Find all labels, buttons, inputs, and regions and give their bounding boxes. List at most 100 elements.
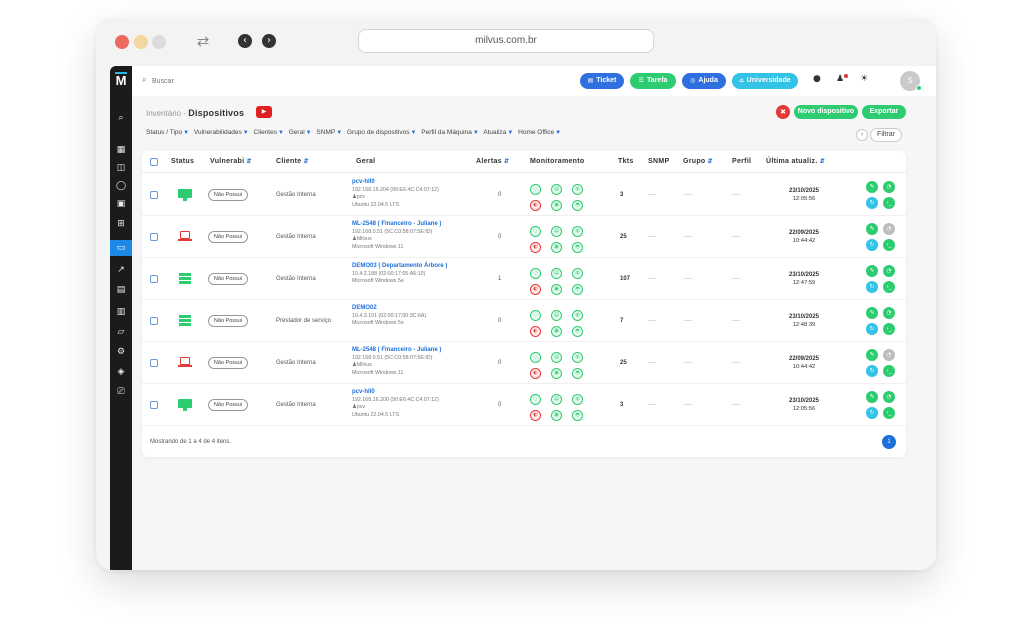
device-name-link[interactable]: pcv-hll0	[352, 179, 439, 187]
alerts-count[interactable]: 0	[498, 234, 501, 240]
service-monitor-icon[interactable]: ◓	[572, 410, 583, 421]
service-monitor-icon[interactable]: ◓	[572, 326, 583, 337]
sidebar-search-icon[interactable]: ⌕	[110, 110, 132, 126]
sidebar-settings-icon[interactable]: ⚙	[110, 344, 132, 360]
service-monitor-icon[interactable]: ◓	[572, 368, 583, 379]
refresh-icon[interactable]: ⇄	[193, 32, 213, 52]
filter-vulnerabilities[interactable]: Vulnerabilidades▼	[194, 129, 249, 136]
memory-monitor-icon[interactable]: ▤	[551, 226, 562, 237]
ticket-button[interactable]: ▤ Ticket	[580, 73, 624, 89]
delete-icon[interactable]: ✖	[776, 105, 790, 119]
alerts-count[interactable]: 0	[498, 192, 501, 198]
disk-monitor-icon[interactable]: ◍	[572, 394, 583, 405]
wifi-icon[interactable]: ◔	[883, 349, 895, 361]
disk-monitor-icon[interactable]: ◍	[572, 226, 583, 237]
alert-monitor-icon[interactable]: ◐	[530, 242, 541, 253]
sync-icon[interactable]: ↻	[866, 239, 878, 251]
url-bar[interactable]: milvus.com.br	[358, 29, 654, 53]
table-row[interactable]: Não Possui Gestão Interna ML-2548 ( Financ…	[142, 216, 906, 258]
filter-status-type[interactable]: Status / Tipo▼	[146, 129, 189, 136]
device-name-link[interactable]: DEMO03 ( Departamento Árbore )	[352, 263, 447, 271]
memory-monitor-icon[interactable]: ▤	[551, 184, 562, 195]
sidebar-chat-icon[interactable]: ◯	[110, 178, 132, 194]
row-checkbox[interactable]	[150, 401, 158, 409]
tickets-count[interactable]: 25	[620, 234, 627, 240]
maximize-window-button[interactable]	[152, 35, 166, 49]
filter-update[interactable]: Atualiza▼	[483, 129, 513, 136]
filter-device-group[interactable]: Grupo de dispositivos▼	[347, 129, 416, 136]
alerts-count[interactable]: 1	[498, 276, 501, 282]
sync-icon[interactable]: ↻	[866, 197, 878, 209]
terminal-icon[interactable]: ›_	[883, 323, 895, 335]
sidebar-analytics-icon[interactable]: ▥	[110, 304, 132, 320]
tickets-count[interactable]: 3	[620, 192, 623, 198]
terminal-icon[interactable]: ›_	[883, 239, 895, 251]
vulnerability-badge[interactable]: Não Possui	[208, 357, 248, 369]
table-row[interactable]: Não Possui Prestador de serviço DEMO02 10.4…	[142, 300, 906, 342]
vulnerability-badge[interactable]: Não Possui	[208, 273, 248, 285]
sidebar-remote-icon[interactable]: ⎚	[110, 384, 132, 400]
table-row[interactable]: Não Possui Gestão Interna pcv-hll0 192.168.…	[142, 384, 906, 426]
university-button[interactable]: ⌂ Universidade	[732, 73, 798, 89]
edit-icon[interactable]: ✎	[866, 223, 878, 235]
memory-monitor-icon[interactable]: ▤	[551, 352, 562, 363]
memory-monitor-icon[interactable]: ▤	[551, 268, 562, 279]
cpu-monitor-icon[interactable]: ◌	[530, 394, 541, 405]
header-alerts[interactable]: Alertas ⇵	[476, 158, 509, 165]
network-monitor-icon[interactable]: ▣	[551, 410, 562, 421]
header-client[interactable]: Cliente ⇵	[276, 158, 309, 165]
cpu-monitor-icon[interactable]: ◌	[530, 310, 541, 321]
table-row[interactable]: Não Possui Gestão Interna DEMO03 ( Departa…	[142, 258, 906, 300]
disk-monitor-icon[interactable]: ◍	[572, 268, 583, 279]
filter-clients[interactable]: Clientes▼	[254, 129, 284, 136]
sidebar-docs-icon[interactable]: ▤	[110, 282, 132, 298]
cpu-monitor-icon[interactable]: ◌	[530, 226, 541, 237]
wifi-icon[interactable]: ◔	[883, 391, 895, 403]
sidebar-reports-icon[interactable]: ↗	[110, 262, 132, 278]
back-icon[interactable]: ‹	[238, 34, 252, 48]
service-monitor-icon[interactable]: ◓	[572, 200, 583, 211]
sidebar-network-icon[interactable]: ⊞	[110, 216, 132, 232]
sidebar-dashboard-icon[interactable]: ▦	[110, 142, 132, 158]
disk-monitor-icon[interactable]: ◍	[572, 184, 583, 195]
edit-icon[interactable]: ✎	[866, 307, 878, 319]
terminal-icon[interactable]: ›_	[883, 365, 895, 377]
service-monitor-icon[interactable]: ◓	[572, 284, 583, 295]
cpu-monitor-icon[interactable]: ◌	[530, 184, 541, 195]
cpu-monitor-icon[interactable]: ◌	[530, 268, 541, 279]
tickets-count[interactable]: 107	[620, 276, 630, 282]
row-checkbox[interactable]	[150, 359, 158, 367]
memory-monitor-icon[interactable]: ▤	[551, 310, 562, 321]
alert-monitor-icon[interactable]: ◐	[530, 368, 541, 379]
header-last-update[interactable]: Última atualiz. ⇵	[766, 158, 825, 165]
notification-icon[interactable]: ♟	[836, 74, 844, 84]
alert-monitor-icon[interactable]: ◐	[530, 200, 541, 211]
filter-machine-profile[interactable]: Perfil da Máquina▼	[421, 129, 479, 136]
page-1-button[interactable]: 1	[882, 435, 896, 449]
table-row[interactable]: Não Possui Gestão Interna pcv-hll0 192.168.…	[142, 174, 906, 216]
alert-monitor-icon[interactable]: ◐	[530, 410, 541, 421]
filter-general[interactable]: Geral▼	[289, 129, 312, 136]
terminal-icon[interactable]: ›_	[883, 197, 895, 209]
header-group[interactable]: Grupo ⇵	[683, 158, 713, 165]
network-monitor-icon[interactable]: ▣	[551, 242, 562, 253]
network-monitor-icon[interactable]: ▣	[551, 326, 562, 337]
sidebar-inventory-icon[interactable]: ▭	[110, 240, 132, 256]
close-window-button[interactable]	[115, 35, 129, 49]
filter-button[interactable]: Filtrar	[870, 128, 902, 142]
filter-home-office[interactable]: Home Office▼	[518, 129, 561, 136]
disk-monitor-icon[interactable]: ◍	[572, 310, 583, 321]
sync-icon[interactable]: ↻	[866, 407, 878, 419]
network-monitor-icon[interactable]: ▣	[551, 200, 562, 211]
row-checkbox[interactable]	[150, 191, 158, 199]
new-device-button[interactable]: Novo dispositivo	[794, 105, 858, 119]
youtube-tutorial-icon[interactable]: ▶	[256, 106, 272, 118]
vulnerability-badge[interactable]: Não Possui	[208, 399, 248, 411]
alerts-count[interactable]: 0	[498, 318, 501, 324]
device-name-link[interactable]: ML-2548 ( Financeiro - Juliane )	[352, 347, 441, 355]
device-name-link[interactable]: DEMO02	[352, 305, 426, 313]
vulnerability-badge[interactable]: Não Possui	[208, 231, 248, 243]
row-checkbox[interactable]	[150, 275, 158, 283]
tickets-count[interactable]: 7	[620, 318, 623, 324]
edit-icon[interactable]: ✎	[866, 349, 878, 361]
